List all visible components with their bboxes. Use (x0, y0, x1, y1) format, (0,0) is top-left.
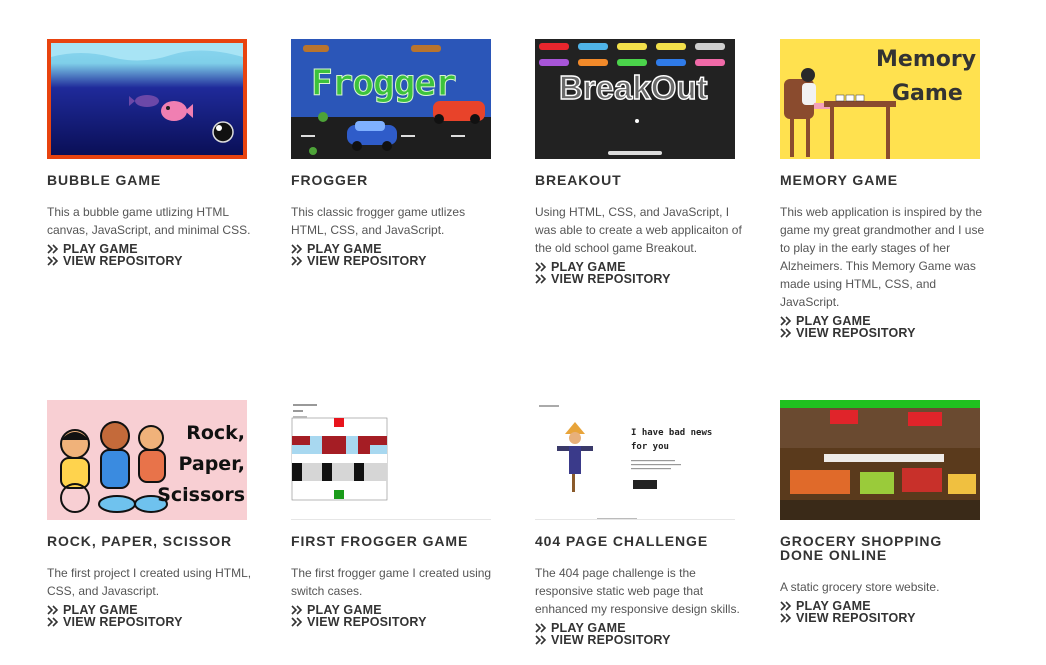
view-repository-link[interactable]: VIEW REPOSITORY (47, 255, 257, 267)
double-chevron-right-icon (780, 613, 792, 623)
project-links: PLAY GAME VIEW REPOSITORY (535, 622, 745, 646)
project-description: The 404 page challenge is the responsive… (535, 566, 740, 616)
project-title: FROGGER (291, 172, 369, 188)
project-card-bubble-game: BUBBLE GAME This a bubble game utlizing … (47, 39, 257, 267)
project-links: PLAY GAME VIEW REPOSITORY (780, 315, 990, 339)
project-thumbnail-first-frogger-game[interactable] (291, 400, 491, 520)
bubble-game-scene (51, 43, 243, 143)
404-thumb-heading-line2: for you (631, 442, 669, 452)
project-title: BUBBLE GAME (47, 172, 162, 188)
project-card-rock-paper-scissor: Rock, Paper, Scissors ROCK, PAPER, SCISS… (47, 400, 257, 628)
view-repository-label: VIEW REPOSITORY (307, 615, 427, 629)
project-thumbnail-memory-game[interactable]: Memory Game (780, 39, 980, 159)
project-links: PLAY GAME VIEW REPOSITORY (535, 261, 745, 285)
double-chevron-right-icon (47, 617, 59, 627)
double-chevron-right-icon (47, 256, 59, 266)
project-title: 404 PAGE CHALLENGE (535, 533, 709, 549)
project-links: PLAY GAME VIEW REPOSITORY (291, 243, 501, 267)
double-chevron-right-icon (291, 617, 303, 627)
double-chevron-right-icon (780, 316, 792, 326)
project-description: The first frogger game I created using s… (291, 566, 492, 598)
view-repository-link[interactable]: VIEW REPOSITORY (780, 327, 990, 339)
project-description: This a bubble game utlizing HTML canvas,… (47, 205, 251, 237)
404-thumb-heading-line1: I have bad news (631, 428, 713, 438)
double-chevron-right-icon (535, 635, 547, 645)
rps-thumb-line2: Paper, (178, 453, 245, 475)
rps-thumb-line1: Rock, (186, 422, 245, 444)
project-title: MEMORY GAME (780, 172, 899, 188)
project-title: BREAKOUT (535, 172, 622, 188)
memory-thumb-title-line2: Game (892, 81, 963, 106)
view-repository-label: VIEW REPOSITORY (551, 633, 671, 647)
double-chevron-right-icon (291, 256, 303, 266)
grocery-store-photo (780, 400, 980, 520)
project-thumbnail-404-page-challenge[interactable]: I have bad news for you (535, 400, 735, 520)
view-repository-link[interactable]: VIEW REPOSITORY (535, 273, 745, 285)
project-description: This web application is inspired by the … (780, 205, 985, 309)
view-repository-link[interactable]: VIEW REPOSITORY (780, 612, 990, 624)
project-card-memory-game: Memory Game MEMORY GAME This web applica… (780, 39, 990, 339)
rps-thumb-line3: Scissors (157, 484, 245, 506)
project-card-404-page-challenge: I have bad news for you 404 PAGE CHALLEN… (535, 400, 745, 646)
double-chevron-right-icon (780, 328, 792, 338)
project-thumbnail-frogger[interactable]: Frogger (291, 39, 491, 159)
project-card-frogger: Frogger FROGGER This classic frogger gam… (291, 39, 501, 267)
double-chevron-right-icon (291, 605, 303, 615)
project-card-grocery-shopping: GROCERY SHOPPING DONE ONLINE A static gr… (780, 400, 990, 624)
project-thumbnail-breakout[interactable]: BreakOut (535, 39, 735, 159)
view-repository-link[interactable]: VIEW REPOSITORY (291, 255, 501, 267)
project-links: PLAY GAME VIEW REPOSITORY (780, 600, 990, 624)
double-chevron-right-icon (47, 605, 59, 615)
view-repository-link[interactable]: VIEW REPOSITORY (291, 616, 501, 628)
project-card-breakout: BreakOut BREAKOUT Using HTML, CSS, and J… (535, 39, 745, 285)
view-repository-label: VIEW REPOSITORY (796, 326, 916, 340)
view-repository-link[interactable]: VIEW REPOSITORY (535, 634, 745, 646)
project-title: FIRST FROGGER GAME (291, 533, 469, 549)
project-links: PLAY GAME VIEW REPOSITORY (291, 604, 501, 628)
memory-thumb-title-line1: Memory (876, 47, 977, 72)
project-title: ROCK, PAPER, SCISSOR (47, 533, 232, 549)
view-repository-label: VIEW REPOSITORY (307, 254, 427, 268)
project-title: GROCERY SHOPPING DONE ONLINE (780, 533, 943, 563)
view-repository-link[interactable]: VIEW REPOSITORY (47, 616, 257, 628)
view-repository-label: VIEW REPOSITORY (796, 611, 916, 625)
project-description: A static grocery store website. (780, 580, 940, 594)
project-description: The first project I created using HTML, … (47, 566, 252, 598)
rps-thumb-title: Rock, Paper, Scissors (157, 418, 247, 511)
project-thumbnail-grocery-shopping[interactable] (780, 400, 980, 520)
first-frogger-grid (291, 404, 388, 501)
view-repository-label: VIEW REPOSITORY (63, 615, 183, 629)
project-links: PLAY GAME VIEW REPOSITORY (47, 243, 257, 267)
double-chevron-right-icon (535, 262, 547, 272)
view-repository-label: VIEW REPOSITORY (63, 254, 183, 268)
breakout-thumb-title: BreakOut (558, 68, 708, 106)
project-thumbnail-bubble-game[interactable] (47, 39, 247, 159)
project-description: This classic frogger game utlizes HTML, … (291, 205, 466, 237)
double-chevron-right-icon (535, 274, 547, 284)
project-card-first-frogger-game: FIRST FROGGER GAME The first frogger gam… (291, 400, 501, 628)
double-chevron-right-icon (291, 244, 303, 254)
project-links: PLAY GAME VIEW REPOSITORY (47, 604, 257, 628)
double-chevron-right-icon (47, 244, 59, 254)
view-repository-label: VIEW REPOSITORY (551, 272, 671, 286)
project-description: Using HTML, CSS, and JavaScript, I was a… (535, 205, 742, 255)
double-chevron-right-icon (535, 623, 547, 633)
double-chevron-right-icon (780, 601, 792, 611)
scarecrow-illustration (539, 405, 681, 519)
project-thumbnail-rock-paper-scissor[interactable]: Rock, Paper, Scissors (47, 400, 247, 520)
frogger-thumb-title: Frogger (311, 63, 458, 105)
